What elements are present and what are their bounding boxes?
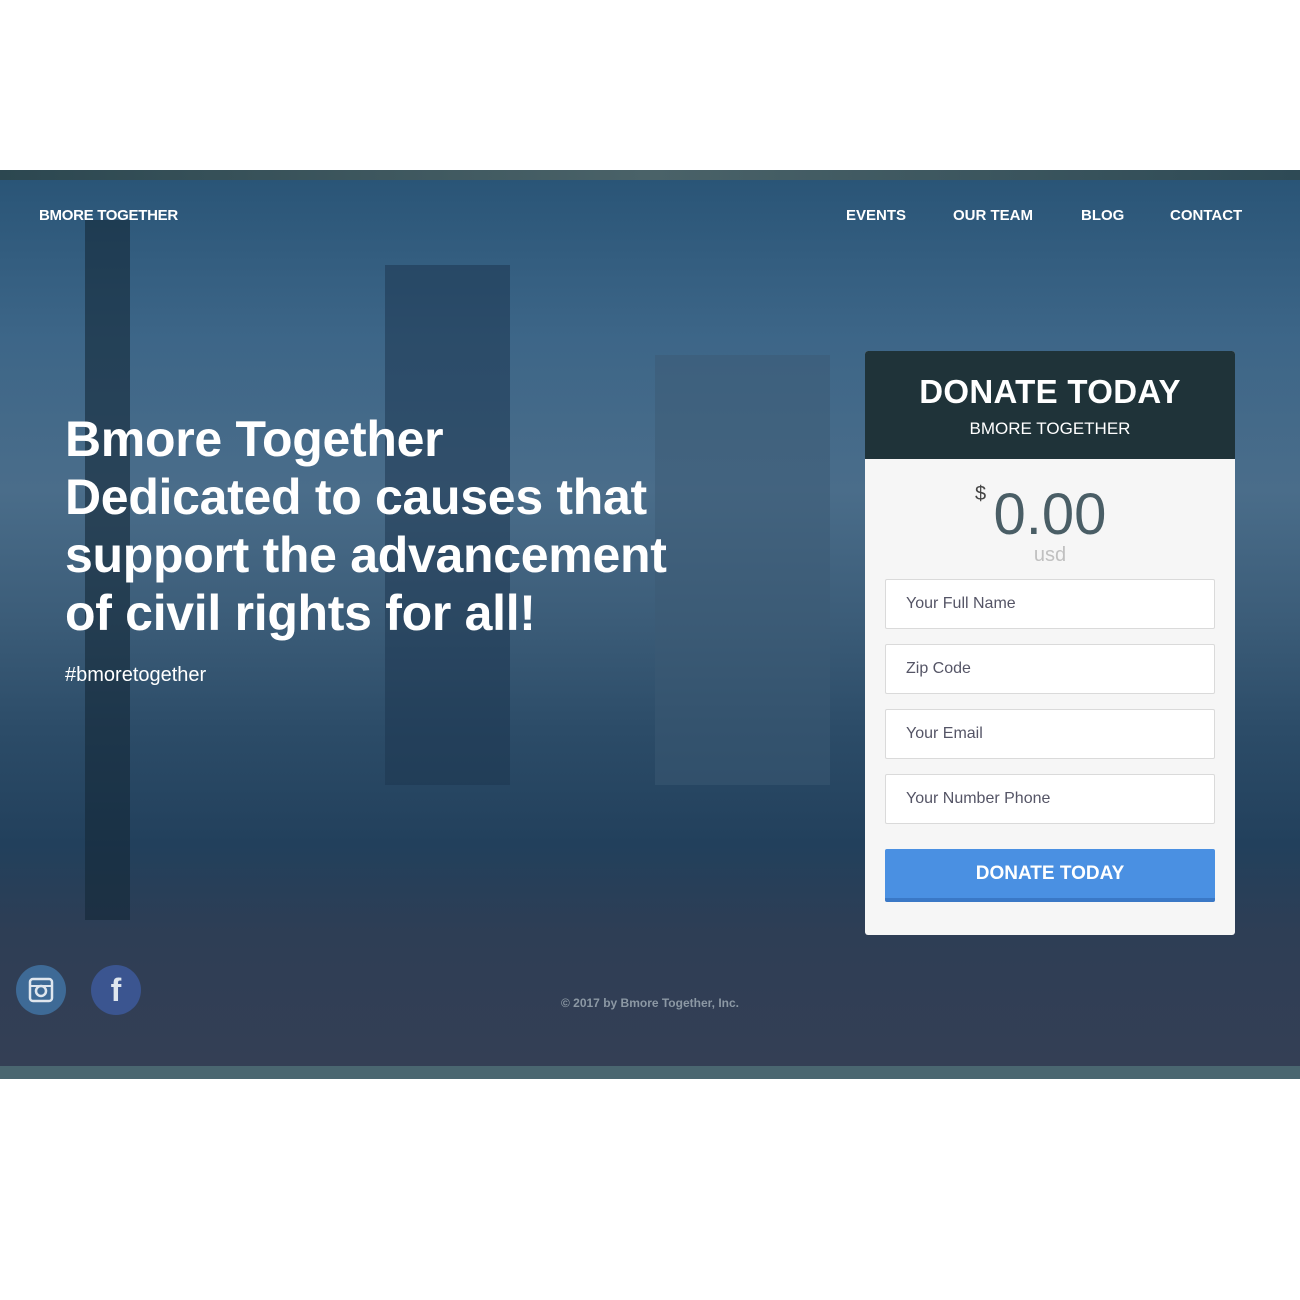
donate-button[interactable]: DONATE TODAY	[885, 849, 1215, 902]
bottom-strip	[0, 1066, 1300, 1079]
hashtag: #bmoretogether	[65, 664, 207, 686]
headline-line: Bmore Together	[65, 411, 444, 467]
headline-line: Dedicated to causes that	[65, 469, 647, 525]
full-name-input[interactable]	[885, 579, 1215, 629]
nav-contact[interactable]: CONTACT	[1170, 207, 1242, 224]
hero-headline: Bmore Together Dedicated to causes that …	[65, 410, 765, 642]
amount-value[interactable]: 0.00	[865, 481, 1235, 548]
currency-label: usd	[1033, 544, 1067, 566]
brand-link[interactable]: BMORE TOGETHER	[39, 207, 178, 224]
nav-our-team[interactable]: OUR TEAM	[953, 207, 1033, 224]
donate-title: DONATE TODAY	[919, 373, 1181, 410]
donate-subtitle: BMORE TOGETHER	[969, 419, 1131, 438]
donate-card-header: DONATE TODAY BMORE TOGETHER	[865, 351, 1235, 459]
email-input[interactable]	[885, 709, 1215, 759]
copyright: © 2017 by Bmore Together, Inc.	[560, 996, 739, 1010]
nav-blog[interactable]: BLOG	[1081, 207, 1124, 224]
headline-line: of civil rights for all!	[65, 585, 536, 641]
zip-code-input[interactable]	[885, 644, 1215, 694]
phone-input[interactable]	[885, 774, 1215, 824]
headline-line: support the advancement	[65, 527, 667, 583]
donate-card: DONATE TODAY BMORE TOGETHER 0.00 $ usd D…	[865, 351, 1235, 935]
nav-events[interactable]: EVENTS	[846, 207, 906, 224]
top-strip	[0, 170, 1300, 180]
currency-symbol: $	[975, 483, 987, 505]
amount-display: 0.00 $ usd	[865, 459, 1235, 579]
